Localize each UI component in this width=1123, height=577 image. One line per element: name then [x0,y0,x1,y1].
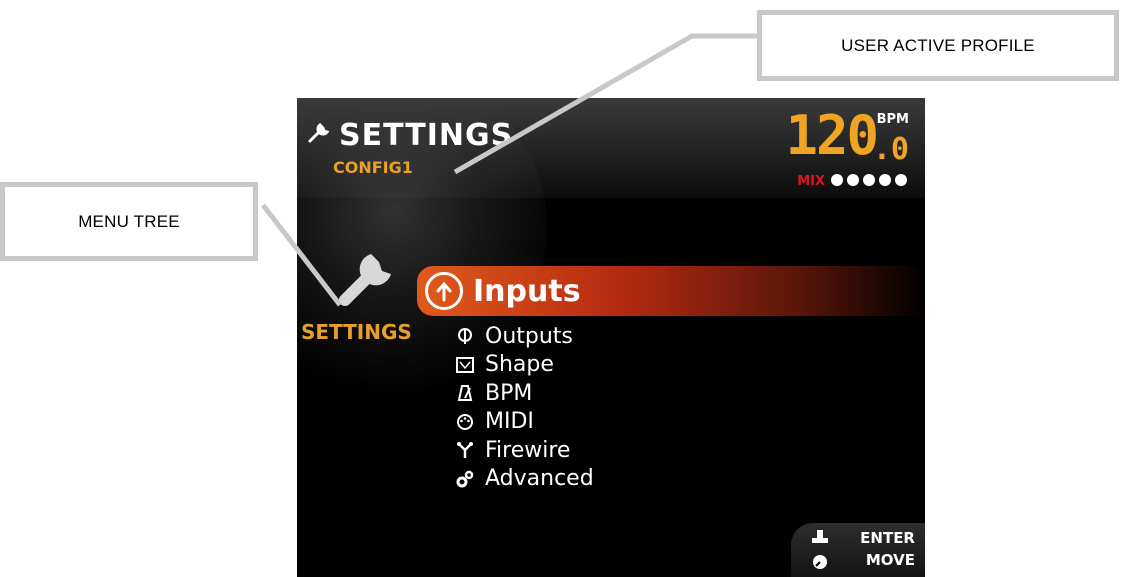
mix-label: MIX [797,174,825,189]
menu-item-label: Firewire [485,437,571,463]
menu-item-label: Outputs [485,323,573,349]
gears-icon [455,469,475,489]
inputs-icon [425,272,463,310]
menu-item-label: Inputs [473,273,581,309]
enter-icon [811,529,829,547]
callout-user-active-profile: USER ACTIVE PROFILE [757,10,1119,81]
bpm-display: 120 BPM .0 MIX [753,104,913,200]
mix-level-dot [831,174,843,186]
menu-item-advanced[interactable]: Advanced [455,465,594,494]
mix-level-dot [895,174,907,186]
mix-level-dot [863,174,875,186]
mix-level-dot [879,174,891,186]
midi-icon [455,412,475,432]
menu-item-midi[interactable]: MIDI [455,408,594,437]
menu-tree: Outputs Shape BPM MIDI Firewire Advanced [455,322,594,493]
active-profile-name: CONFIG1 [333,158,413,177]
menu-item-label: BPM [485,380,533,406]
menu-item-firewire[interactable]: Firewire [455,436,594,465]
bpm-decimal: .0 [872,132,909,167]
menu-item-label: Shape [485,352,554,378]
section-label: SETTINGS [301,320,412,344]
footer-hints: ENTER MOVE [791,523,925,577]
menu-item-bpm[interactable]: BPM [455,379,594,408]
menu-item-label: Advanced [485,466,594,492]
outputs-icon [455,326,475,346]
header-title: SETTINGS [307,118,513,153]
page-title: SETTINGS [339,118,514,153]
mix-level-dot [847,174,859,186]
bpm-value: 120 [785,104,879,167]
move-hint: MOVE [865,551,915,569]
callout-menu-tree-text: MENU TREE [78,211,180,231]
menu-item-inputs-selected[interactable]: Inputs [417,266,925,316]
wrench-icon [307,121,331,150]
move-knob-icon [811,553,829,571]
menu-item-label: MIDI [485,409,534,435]
firewire-icon [455,440,475,460]
bpm-unit: BPM [876,112,909,127]
menu-item-outputs[interactable]: Outputs [455,322,594,351]
wrench-icon [335,244,401,315]
menu-item-shape[interactable]: Shape [455,351,594,380]
device-screen: SETTINGS CONFIG1 120 BPM .0 MIX SETTINGS… [297,98,925,577]
callout-user-active-profile-text: USER ACTIVE PROFILE [841,35,1035,55]
mix-level-indicator [831,174,907,186]
shape-icon [455,355,475,375]
callout-menu-tree: MENU TREE [0,182,258,261]
metronome-icon [455,383,475,403]
enter-hint: ENTER [860,529,915,547]
